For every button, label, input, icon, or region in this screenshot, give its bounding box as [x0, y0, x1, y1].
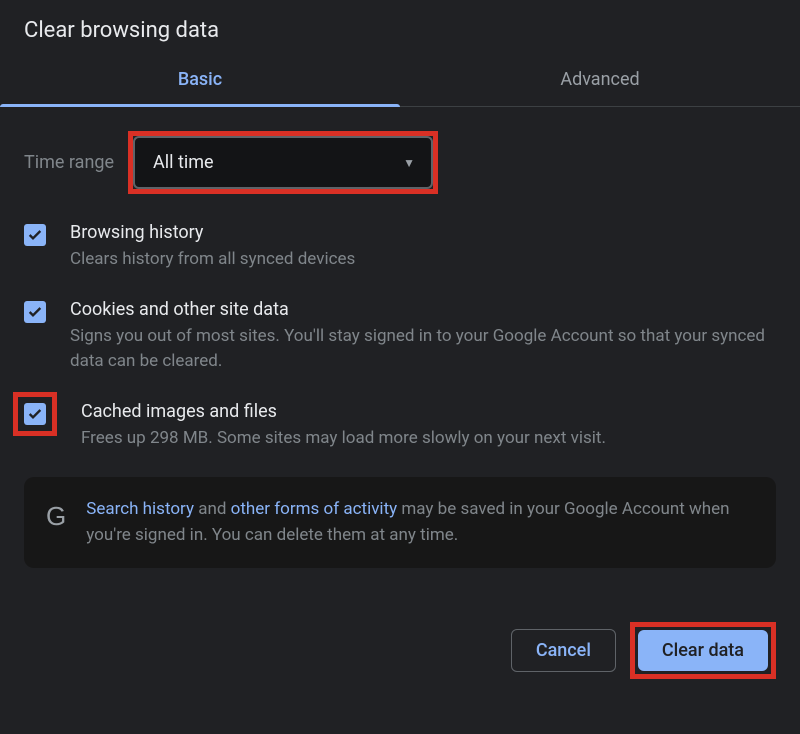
option-browsing-history: Browsing history Clears history from all… [24, 222, 776, 273]
google-icon: G [46, 501, 66, 532]
tab-basic[interactable]: Basic [0, 53, 400, 106]
highlight-time-range: All time ▼ [128, 131, 438, 194]
info-text-mid: and [194, 499, 231, 519]
option-title: Browsing history [70, 222, 776, 243]
dropdown-arrow-icon: ▼ [403, 156, 415, 170]
option-desc: Clears history from all synced devices [70, 247, 776, 273]
google-account-info: G Search history and other forms of acti… [24, 477, 776, 568]
time-range-row: Time range All time ▼ [24, 131, 776, 194]
checkbox-cookies[interactable] [24, 301, 46, 323]
option-cookies: Cookies and other site data Signs you ou… [24, 299, 776, 375]
link-search-history[interactable]: Search history [86, 499, 194, 519]
option-cached: Cached images and files Frees up 298 MB.… [24, 401, 776, 452]
time-range-value: All time [153, 152, 214, 173]
dialog-title: Clear browsing data [0, 0, 800, 53]
checkbox-browsing-history[interactable] [24, 224, 46, 246]
dialog-footer: Cancel Clear data [0, 592, 800, 703]
option-desc: Frees up 298 MB. Some sites may load mor… [81, 426, 776, 452]
info-text: Search history and other forms of activi… [86, 497, 754, 548]
time-range-select-wrap: All time ▼ [133, 136, 433, 189]
clear-data-button[interactable]: Clear data [638, 630, 768, 671]
option-text: Browsing history Clears history from all… [70, 222, 776, 273]
option-text: Cookies and other site data Signs you ou… [70, 299, 776, 375]
option-title: Cookies and other site data [70, 299, 776, 320]
checkmark-icon [27, 227, 43, 243]
checkmark-icon [27, 406, 43, 422]
option-desc: Signs you out of most sites. You'll stay… [70, 324, 776, 375]
dialog-content: Time range All time ▼ Browsing history C… [0, 107, 800, 592]
option-title: Cached images and files [81, 401, 776, 422]
option-text: Cached images and files Frees up 298 MB.… [81, 401, 776, 452]
checkbox-cached[interactable] [24, 403, 46, 425]
time-range-select[interactable]: All time [133, 136, 433, 189]
highlight-clear-button: Clear data [630, 622, 776, 679]
time-range-label: Time range [24, 152, 114, 173]
cancel-button[interactable]: Cancel [511, 629, 616, 672]
checkmark-icon [27, 304, 43, 320]
link-other-activity[interactable]: other forms of activity [231, 499, 398, 519]
tab-advanced[interactable]: Advanced [400, 53, 800, 106]
clear-browsing-data-dialog: Clear browsing data Basic Advanced Time … [0, 0, 800, 734]
tab-bar: Basic Advanced [0, 53, 800, 107]
highlight-cached-checkbox [13, 392, 57, 436]
